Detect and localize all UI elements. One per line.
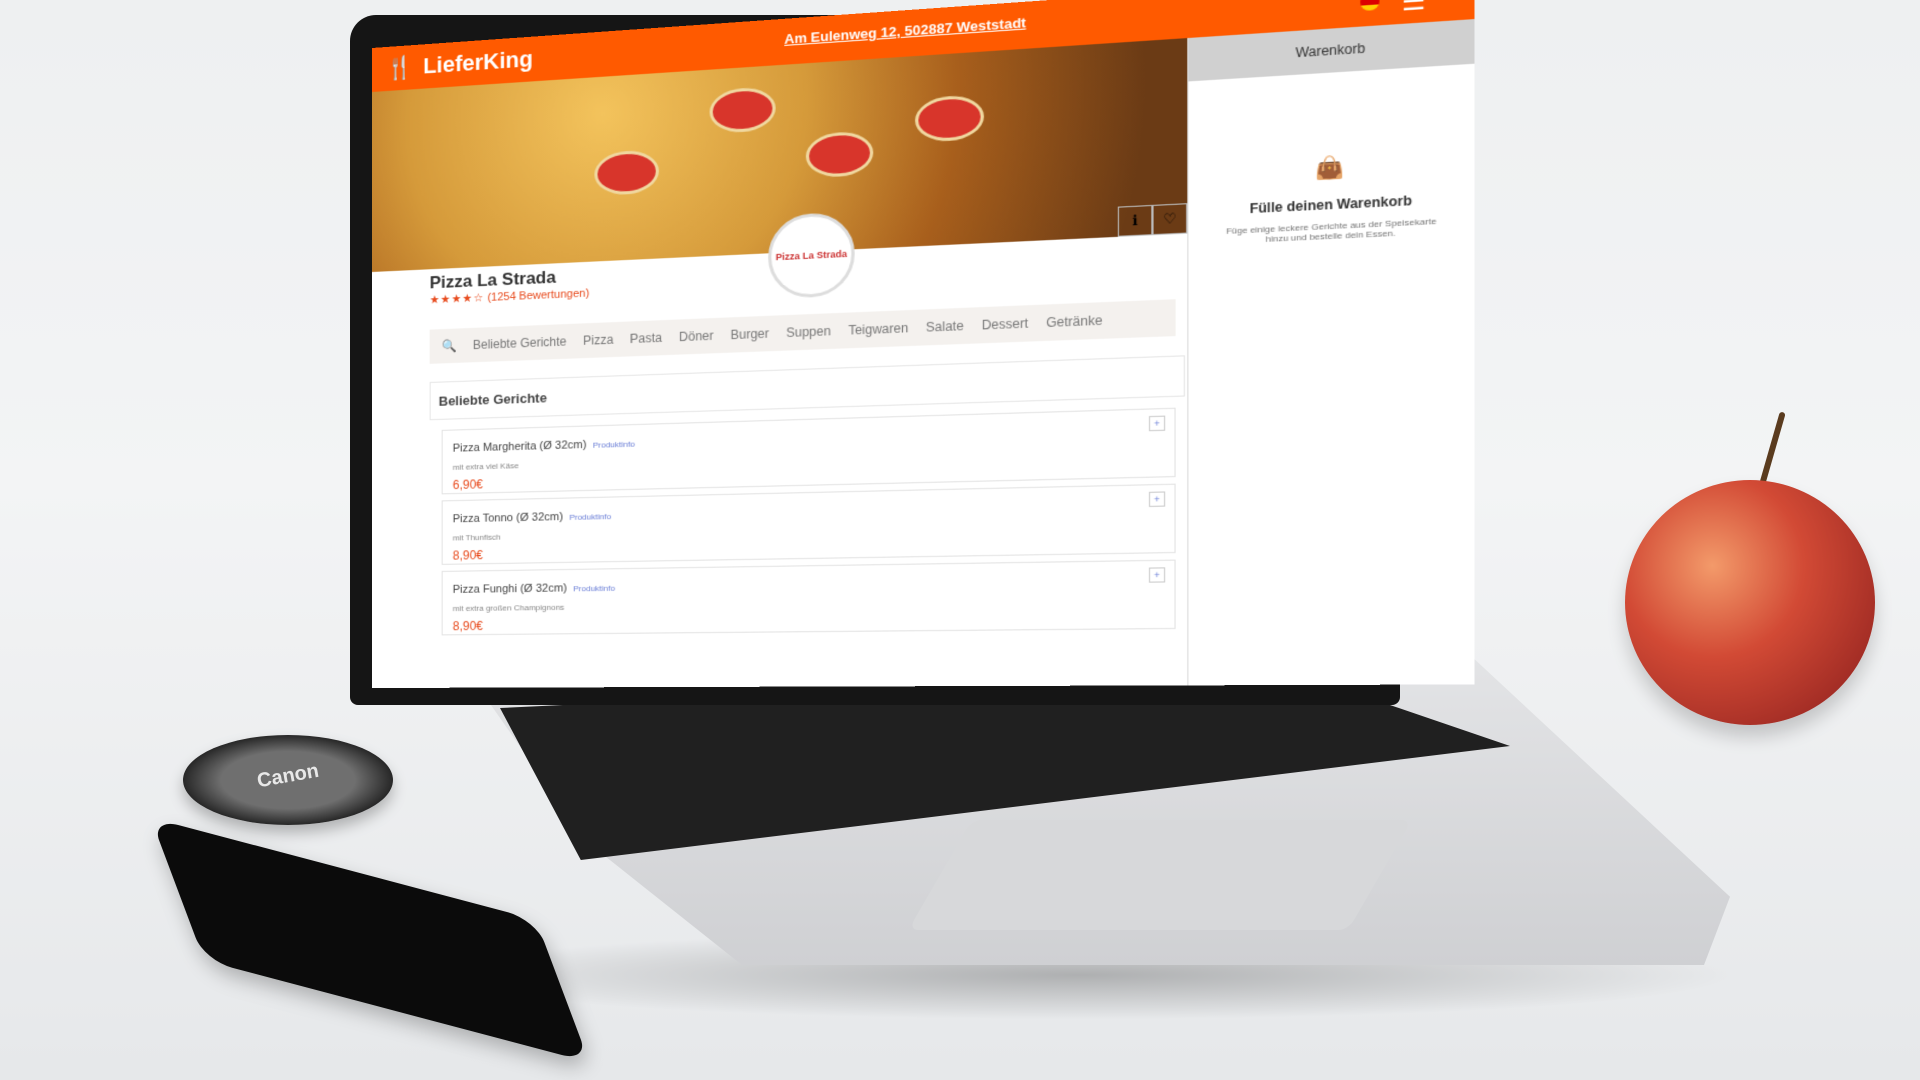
heart-icon[interactable]: ♡ bbox=[1152, 203, 1188, 236]
germany-flag-icon[interactable] bbox=[1360, 0, 1380, 12]
product-info-link[interactable]: Produktinfo bbox=[573, 584, 615, 594]
tomato-topping bbox=[594, 149, 659, 197]
laptop-trackpad bbox=[908, 820, 1412, 930]
category-pizza[interactable]: Pizza bbox=[583, 332, 613, 348]
brand-logo[interactable]: 🍴 LieferKing bbox=[372, 46, 533, 83]
item-description: mit extra großen Champignons bbox=[452, 602, 565, 614]
search-icon[interactable]: 🔍 bbox=[442, 339, 457, 354]
restaurant-actions: ℹ ♡ bbox=[1117, 203, 1188, 237]
product-info-link[interactable]: Produktinfo bbox=[593, 439, 635, 449]
delivery-address-link[interactable]: Am Eulenweg 12, 502887 Weststadt bbox=[784, 15, 1026, 47]
cart-empty-text: Füge einige leckere Gerichte aus der Spe… bbox=[1226, 216, 1437, 245]
shopping-bag-icon: 👜 bbox=[1315, 155, 1346, 182]
category-getraenke[interactable]: Getränke bbox=[1046, 313, 1102, 330]
menu-item[interactable]: Pizza Funghi (Ø 32cm) Produktinfo mit ext… bbox=[441, 559, 1176, 636]
rating-stars: ★★★★☆ bbox=[429, 292, 485, 307]
fork-knife-icon: 🍴 bbox=[385, 54, 414, 82]
section-title: Beliebte Gerichte bbox=[438, 389, 547, 409]
brand-name: LieferKing bbox=[423, 45, 533, 79]
cart-empty-title: Fülle deinen Warenkorb bbox=[1249, 193, 1413, 217]
menu-item[interactable]: Pizza Margherita (Ø 32cm) Produktinfo mit… bbox=[441, 407, 1176, 495]
category-teigwaren[interactable]: Teigwaren bbox=[848, 321, 908, 338]
category-beliebte[interactable]: Beliebte Gerichte bbox=[473, 334, 567, 352]
category-burger[interactable]: Burger bbox=[731, 326, 769, 342]
product-info-link[interactable]: Produktinfo bbox=[569, 512, 611, 522]
category-salate[interactable]: Salate bbox=[926, 318, 964, 334]
category-dessert[interactable]: Dessert bbox=[982, 316, 1028, 333]
restaurant-info: Pizza La Strada ★★★★☆ (1254 Bewertungen) bbox=[429, 266, 590, 307]
cart-sidebar: Warenkorb 👜 Fülle deinen Warenkorb Füge … bbox=[1187, 18, 1475, 688]
review-count-link[interactable]: (1254 Bewertungen) bbox=[487, 287, 589, 304]
apple bbox=[1625, 480, 1875, 725]
hamburger-icon[interactable]: ☰ bbox=[1402, 0, 1426, 17]
lens-cap: Canon bbox=[183, 735, 393, 825]
item-name: Pizza Funghi (Ø 32cm) bbox=[452, 582, 568, 596]
add-item-button[interactable]: + bbox=[1148, 415, 1166, 432]
add-item-button[interactable]: + bbox=[1148, 491, 1166, 507]
menu-item[interactable]: Pizza Tonno (Ø 32cm) Produktinfo mit Thun… bbox=[441, 483, 1176, 565]
category-nav: 🔍 Beliebte Gerichte Pizza Pasta Döner Bu… bbox=[429, 299, 1176, 364]
laptop-screen: 🍴 LieferKing Am Eulenweg 12, 502887 West… bbox=[372, 0, 1475, 688]
tomato-topping bbox=[915, 94, 984, 143]
category-doener[interactable]: Döner bbox=[679, 328, 714, 344]
category-pasta[interactable]: Pasta bbox=[630, 330, 662, 346]
item-name: Pizza Tonno (Ø 32cm) bbox=[452, 510, 564, 526]
tomato-topping bbox=[709, 86, 776, 134]
category-suppen[interactable]: Suppen bbox=[786, 324, 831, 340]
tomato-topping bbox=[805, 130, 874, 179]
item-price: 8,90€ bbox=[452, 618, 483, 634]
item-name: Pizza Margherita (Ø 32cm) bbox=[452, 438, 587, 455]
add-item-button[interactable]: + bbox=[1148, 567, 1166, 583]
lens-cap-logo: Canon bbox=[255, 759, 321, 793]
info-icon[interactable]: ℹ bbox=[1117, 204, 1153, 237]
